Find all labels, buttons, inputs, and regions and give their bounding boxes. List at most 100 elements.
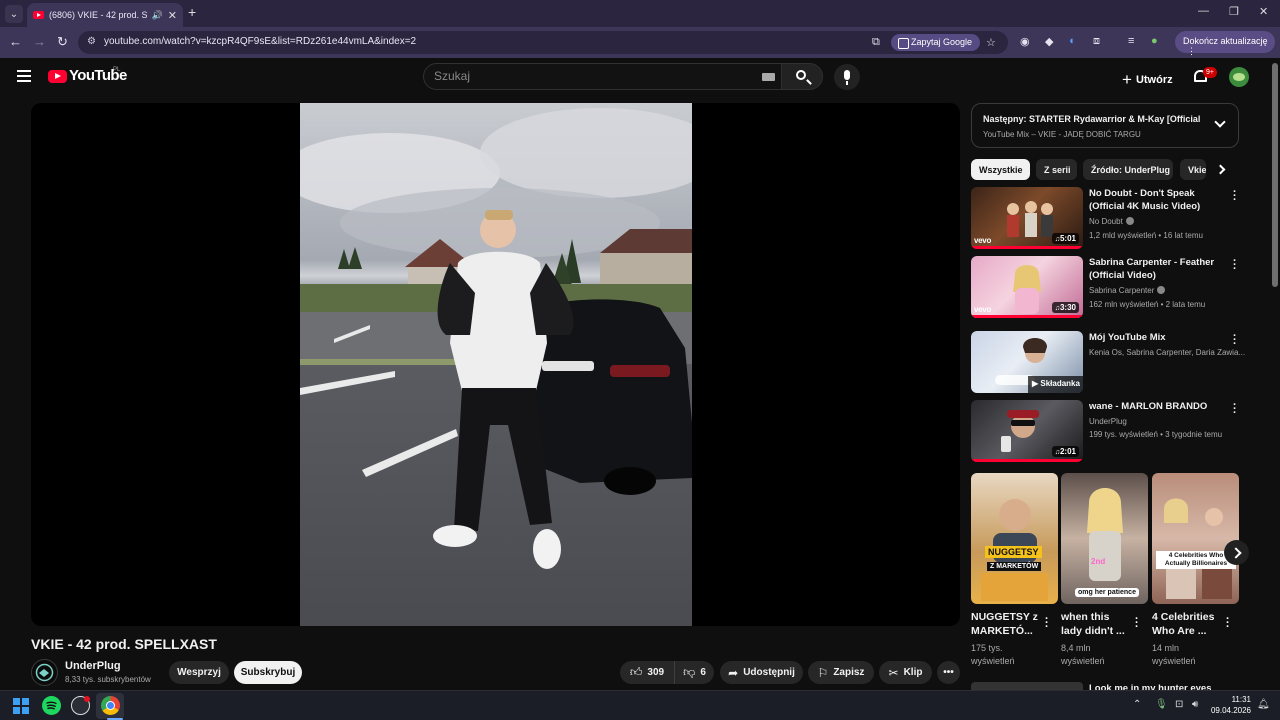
channel-name[interactable]: UnderPlug: [65, 660, 121, 672]
spotify-icon[interactable]: [42, 696, 61, 715]
like-button[interactable]: 👍︎ 309: [620, 661, 675, 684]
microphone-icon[interactable]: 🎙︎: [1155, 699, 1168, 710]
more-vertical-icon[interactable]: · · ·: [1233, 256, 1237, 275]
restore-icon[interactable]: ❐: [1229, 5, 1239, 18]
back-icon[interactable]: ←: [9, 34, 22, 49]
clip-button[interactable]: ✂ Klip: [879, 661, 932, 684]
extension-audio-icon[interactable]: ◖: [1068, 35, 1075, 47]
video-player[interactable]: [31, 103, 960, 626]
short-thumbnail[interactable]: 4 Celebrities Who Actually Billionaires: [1152, 473, 1239, 604]
update-chrome-button[interactable]: Dokończ aktualizację ⋮: [1175, 31, 1275, 56]
chevron-down-icon[interactable]: [1214, 116, 1226, 128]
chevron-right-icon[interactable]: [1215, 164, 1226, 175]
subscribe-button[interactable]: Subskrybuj: [234, 661, 302, 684]
short-views: 14 mln wyświetleń: [1152, 643, 1196, 666]
video-thumbnail[interactable]: vevo 5:01: [971, 187, 1083, 249]
shorts-next-button[interactable]: [1224, 540, 1249, 565]
volume-icon[interactable]: 🔊︎: [1192, 699, 1198, 710]
channel-name[interactable]: No Doubt: [1089, 217, 1134, 226]
browser-tab-active[interactable]: (6806) VKIE - 42 prod. SPELLXAST 🔊 ✕: [27, 3, 183, 27]
chip-from-series[interactable]: Z serii: [1036, 159, 1077, 180]
short-title[interactable]: when this lady didn't ...: [1061, 610, 1131, 638]
profile-icon[interactable]: ●: [1151, 35, 1158, 47]
more-vertical-icon[interactable]: · · ·: [1233, 331, 1237, 350]
account-avatar[interactable]: [1229, 67, 1249, 87]
taskbar-clock[interactable]: 11:31 09.04.2026: [1206, 694, 1251, 716]
chip-vkie[interactable]: Vkie: [1180, 159, 1206, 180]
list-item[interactable]: vevo 3:30 Sabrina Carpenter - Feather (O…: [971, 256, 1240, 320]
short-thumbnail[interactable]: NUGGETSY Z MARKETÓW: [971, 473, 1058, 604]
minimize-icon[interactable]: —: [1198, 5, 1209, 17]
keyboard-icon[interactable]: [762, 73, 775, 81]
short-title[interactable]: NUGGETSY z MARKETÓ...: [971, 610, 1041, 638]
tray-overflow-icon[interactable]: ⌃: [1133, 699, 1141, 710]
chrome-icon[interactable]: [101, 696, 120, 715]
short-caption: omg her patience: [1075, 588, 1139, 597]
reload-icon[interactable]: ↻: [57, 34, 68, 50]
video-title[interactable]: Look me in my hunter eyes: [1089, 682, 1211, 690]
menu-kebab-icon[interactable]: ⋮: [1187, 46, 1196, 56]
reading-list-icon[interactable]: ≡: [1128, 35, 1134, 47]
support-button[interactable]: Wesprzyj: [169, 661, 229, 684]
scrollbar-thumb[interactable]: [1272, 63, 1278, 287]
chip-all[interactable]: Wszystkie: [971, 159, 1030, 180]
extensions-puzzle-icon[interactable]: ⧈: [1093, 35, 1100, 48]
video-thumbnail[interactable]: [971, 682, 1083, 690]
create-button[interactable]: + Utwórz: [1122, 68, 1173, 89]
video-thumbnail[interactable]: 2:01: [971, 400, 1083, 462]
chip-from-channel[interactable]: Źródło: UnderPlug: [1083, 159, 1173, 180]
video-title[interactable]: wane - MARLON BRANDO: [1089, 400, 1227, 413]
more-vertical-icon[interactable]: · · ·: [1226, 614, 1230, 633]
url-text[interactable]: youtube.com/watch?v=kzcpR4QF9sE&list=RDz…: [104, 36, 416, 47]
close-tab-icon[interactable]: ✕: [168, 9, 177, 22]
save-button[interactable]: ⚐ Zapisz: [808, 661, 874, 684]
mix-title[interactable]: Mój YouTube Mix: [1089, 331, 1227, 344]
channel-name[interactable]: UnderPlug: [1089, 417, 1127, 426]
video-frame: [280, 103, 720, 626]
video-thumbnail[interactable]: vevo 3:30: [971, 256, 1083, 318]
search-button[interactable]: [781, 63, 823, 90]
create-label: Utwórz: [1135, 74, 1173, 86]
youtube-logo-icon[interactable]: [48, 70, 67, 83]
ask-google-button[interactable]: Zapytaj Google: [891, 34, 981, 51]
more-vertical-icon[interactable]: · · ·: [1233, 187, 1237, 206]
address-bar[interactable]: ⚙ youtube.com/watch?v=kzcpR4QF9sE&list=R…: [78, 31, 1008, 54]
search-input[interactable]: [434, 69, 734, 83]
more-actions-button[interactable]: •••: [937, 661, 960, 684]
extension-incognito-icon[interactable]: ◉: [1020, 35, 1030, 48]
extension-diamond-icon[interactable]: ◆: [1045, 35, 1053, 48]
video-title[interactable]: Sabrina Carpenter - Feather (Official Vi…: [1089, 256, 1227, 282]
new-tab-button[interactable]: +: [188, 4, 196, 20]
channel-avatar[interactable]: [31, 659, 58, 686]
mix-label: ▶ Składanka: [1028, 376, 1083, 393]
mix-artists: Kenia Os, Sabrina Carpenter, Daria Zawia…: [1089, 348, 1246, 357]
dislike-button[interactable]: 👎︎ 6: [675, 661, 714, 684]
list-item[interactable]: ▶ Składanka Mój YouTube Mix Kenia Os, Sa…: [971, 331, 1245, 395]
list-item[interactable]: 2:01 wane - MARLON BRANDO UnderPlug 199 …: [971, 400, 1240, 464]
network-icon[interactable]: ⊡: [1175, 699, 1183, 710]
share-button[interactable]: ➦ Udostępnij: [720, 661, 803, 684]
site-info-icon[interactable]: ⚙: [87, 36, 96, 47]
window-close-icon[interactable]: ✕: [1259, 5, 1268, 18]
channel-name[interactable]: Sabrina Carpenter: [1089, 286, 1166, 295]
cast-icon[interactable]: ⧉: [872, 36, 880, 49]
short-title[interactable]: 4 Celebrities Who Are ...: [1152, 610, 1222, 638]
voice-search-button[interactable]: [834, 64, 860, 90]
tab-search-button[interactable]: ⌄: [5, 5, 23, 23]
guide-menu-icon[interactable]: [17, 70, 31, 82]
more-vertical-icon[interactable]: · · ·: [1233, 400, 1237, 419]
short-thumbnail[interactable]: 2nd omg her patience: [1061, 473, 1148, 604]
more-vertical-icon[interactable]: · · ·: [1045, 614, 1049, 633]
bookmark-star-icon[interactable]: ☆: [986, 36, 996, 49]
mix-thumbnail[interactable]: ▶ Składanka: [971, 331, 1083, 393]
up-next-panel[interactable]: Następny: STARTER Rydawarrior & M-Kay [O…: [971, 103, 1239, 148]
list-item[interactable]: vevo 5:01 No Doubt - Don't Speak (Offici…: [971, 187, 1240, 251]
more-vertical-icon[interactable]: · · ·: [1135, 614, 1139, 633]
forward-icon[interactable]: →: [33, 34, 46, 49]
audio-playing-icon[interactable]: 🔊: [152, 10, 163, 21]
video-title[interactable]: No Doubt - Don't Speak (Official 4K Musi…: [1089, 187, 1227, 213]
share-icon: ➦: [728, 665, 739, 680]
watch-progress-bar: [971, 315, 1083, 318]
windows-start-icon[interactable]: [13, 698, 29, 714]
notification-center-icon[interactable]: 🔔︎: [1257, 699, 1270, 710]
